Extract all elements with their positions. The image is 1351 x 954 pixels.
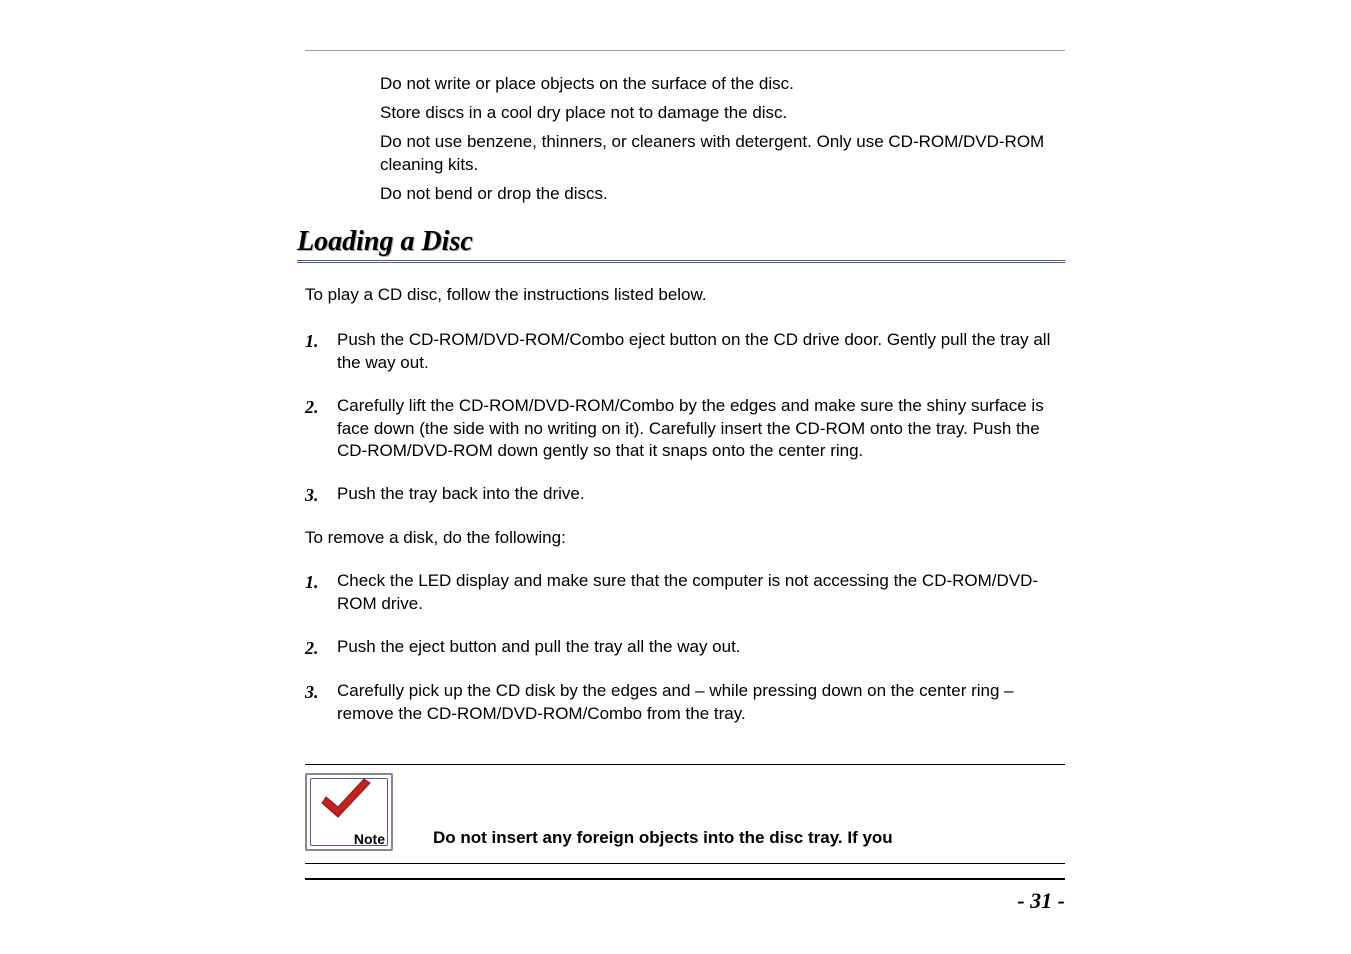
step-number: 3. (305, 680, 337, 726)
footer-rule: - 31 - (305, 878, 1065, 880)
step-text: Check the LED display and make sure that… (337, 570, 1065, 616)
checkmark-icon (315, 777, 377, 825)
step-text: Carefully pick up the CD disk by the edg… (337, 680, 1065, 726)
list-item: 2. Carefully lift the CD-ROM/DVD-ROM/Com… (305, 395, 1065, 464)
list-item: 1. Push the CD-ROM/DVD-ROM/Combo eject b… (305, 329, 1065, 375)
disc-care-list: Do not write or place objects on the sur… (380, 73, 1065, 206)
page-number: - 31 - (1017, 888, 1065, 914)
remove-intro-paragraph: To remove a disk, do the following: (305, 528, 1065, 548)
step-number: 2. (305, 395, 337, 464)
step-number: 2. (305, 636, 337, 660)
step-text: Push the tray back into the drive. (337, 483, 1065, 507)
note-callout: Note Do not insert any foreign objects i… (305, 764, 1065, 864)
note-text: Do not insert any foreign objects into t… (433, 828, 893, 851)
note-label: Note (354, 831, 385, 847)
list-item: 1. Check the LED display and make sure t… (305, 570, 1065, 616)
section-heading: Loading a Disc (297, 226, 1065, 263)
remove-steps-list: 1. Check the LED display and make sure t… (305, 570, 1065, 726)
list-item: 3. Carefully pick up the CD disk by the … (305, 680, 1065, 726)
step-text: Carefully lift the CD-ROM/DVD-ROM/Combo … (337, 395, 1065, 464)
intro-paragraph: To play a CD disc, follow the instructio… (305, 285, 1065, 305)
care-item: Do not bend or drop the discs. (380, 183, 1065, 206)
care-item: Store discs in a cool dry place not to d… (380, 102, 1065, 125)
step-text: Push the CD-ROM/DVD-ROM/Combo eject butt… (337, 329, 1065, 375)
document-page: Do not write or place objects on the sur… (305, 50, 1065, 864)
step-text: Push the eject button and pull the tray … (337, 636, 1065, 660)
note-icon: Note (305, 773, 393, 851)
load-steps-list: 1. Push the CD-ROM/DVD-ROM/Combo eject b… (305, 329, 1065, 508)
step-number: 3. (305, 483, 337, 507)
care-item: Do not use benzene, thinners, or cleaner… (380, 131, 1065, 177)
step-number: 1. (305, 570, 337, 616)
list-item: 3. Push the tray back into the drive. (305, 483, 1065, 507)
list-item: 2. Push the eject button and pull the tr… (305, 636, 1065, 660)
care-item: Do not write or place objects on the sur… (380, 73, 1065, 96)
step-number: 1. (305, 329, 337, 375)
